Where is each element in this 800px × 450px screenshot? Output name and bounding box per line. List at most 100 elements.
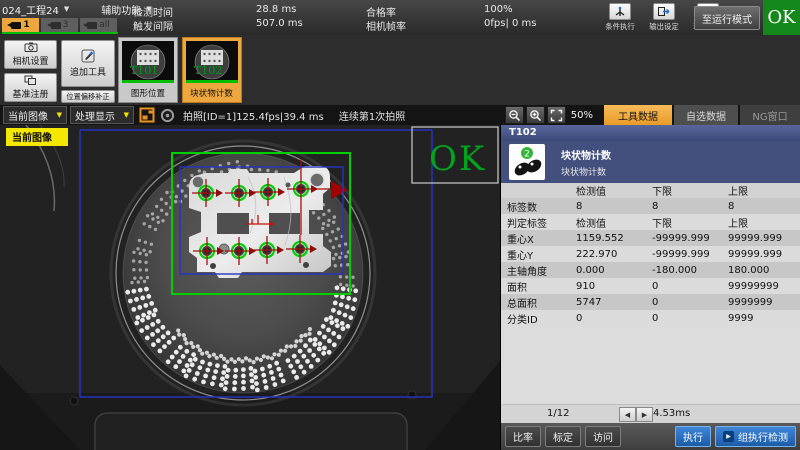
- camera-lens-icon[interactable]: [160, 108, 175, 123]
- row-label: 分类ID: [501, 311, 576, 326]
- camera-icon: [51, 22, 61, 29]
- row-value: -99999.999: [652, 233, 728, 244]
- fit-screen-button[interactable]: [547, 106, 566, 124]
- claw-icon: [609, 3, 631, 20]
- table-row[interactable]: 分类ID009999: [501, 310, 800, 326]
- process-display-dropdown[interactable]: 处理显示 ▼: [70, 106, 134, 124]
- tab-ng-window[interactable]: NG窗口: [740, 105, 800, 125]
- calibration-button[interactable]: 标定: [545, 426, 581, 447]
- row-value: 0.000: [576, 265, 652, 276]
- thumbnail-t101[interactable]: T101 图形位置: [118, 37, 178, 103]
- camera-image-view[interactable]: OK 当前图像: [0, 125, 500, 450]
- vision-app-window: 024_工程24 ▼ 辅助功能 ▼ 1 3 all 检测时间 28.8 ms 触…: [0, 0, 800, 450]
- tool-strip: 相机设置 基准注册 追加工具 位置偏移补正 T101 图形位置 T102: [0, 35, 800, 105]
- table-row[interactable]: 判定标签检测值下限上限: [501, 214, 800, 230]
- condition-execute-button[interactable]: 条件执行: [600, 3, 640, 32]
- access-button[interactable]: 访问: [585, 426, 621, 447]
- prev-page-button[interactable]: ◀: [619, 407, 636, 422]
- camera-tab-all[interactable]: all: [80, 18, 117, 32]
- table-row[interactable]: 标签数888: [501, 198, 800, 214]
- table-header-row: 检测值 下限 上限: [501, 183, 800, 198]
- row-value: 9999999: [728, 297, 800, 308]
- page-indicator: 1/12: [547, 408, 569, 419]
- row-label: 面积: [501, 279, 576, 294]
- table-row[interactable]: 总面积574709999999: [501, 294, 800, 310]
- chevron-down-icon[interactable]: ▼: [64, 6, 69, 13]
- result-text: OK: [429, 139, 486, 179]
- thumbnail-image: T102: [186, 41, 238, 83]
- row-value: 8: [728, 201, 800, 212]
- row-value: 0: [652, 281, 728, 292]
- row-label: 重心X: [501, 231, 576, 246]
- display-position-button[interactable]: [139, 107, 155, 123]
- row-value: 8: [652, 201, 728, 212]
- zoom-level: 50%: [571, 110, 593, 121]
- play-icon: ▶: [723, 431, 734, 442]
- column-header: 检测值: [576, 183, 652, 198]
- thumbnail-label: 图形位置: [131, 86, 165, 98]
- camera-tab-underline: [2, 32, 118, 34]
- tab-tool-data[interactable]: 工具数据: [604, 105, 672, 125]
- chevron-down-icon: ▼: [57, 112, 62, 119]
- global-status-badge: OK: [763, 0, 800, 35]
- dropdown-value: 当前图像: [8, 108, 48, 123]
- stat-label: 触发间隔: [133, 18, 173, 33]
- thumbnail-image: T101: [122, 41, 174, 83]
- next-page-button[interactable]: ▶: [636, 407, 653, 422]
- camera-settings-icon: [24, 42, 38, 52]
- table-row[interactable]: 面积910099999999: [501, 278, 800, 294]
- row-value: 检测值: [576, 215, 652, 230]
- row-label: 重心Y: [501, 247, 576, 262]
- output-icon: [653, 3, 675, 20]
- row-value: 8: [576, 201, 652, 212]
- row-label: 总面积: [501, 295, 576, 310]
- execute-button[interactable]: 执行: [675, 426, 711, 447]
- camera-tab-3[interactable]: 3: [41, 18, 78, 32]
- processing-time: 4.53ms: [653, 408, 690, 419]
- row-value: 910: [576, 281, 652, 292]
- button-label: 组执行检测: [738, 429, 788, 444]
- camera-icon: [11, 22, 21, 29]
- row-value: 9999: [728, 313, 800, 324]
- run-mode-button[interactable]: 至运行模式: [694, 6, 760, 30]
- button-label: 输出设定: [649, 21, 678, 31]
- icon-badge: 2: [524, 150, 530, 160]
- column-header: 上限: [728, 183, 800, 198]
- tool-title: 块状物计数: [561, 147, 611, 162]
- camera-settings-button[interactable]: 相机设置: [4, 40, 57, 69]
- row-value: 1159.552: [576, 233, 652, 244]
- output-settings-button[interactable]: 输出设定: [644, 3, 684, 32]
- reference-register-button[interactable]: 基准注册: [4, 73, 57, 102]
- position-offset-button[interactable]: 位置偏移补正: [61, 90, 115, 103]
- thumbnail-label: 块状物计数: [191, 86, 234, 98]
- chevron-down-icon: ▼: [124, 112, 129, 119]
- table-row[interactable]: 重心X1159.552-99999.99999999.999: [501, 230, 800, 246]
- row-value: 0: [652, 313, 728, 324]
- camera-tab-bar: 1 3 all: [2, 18, 117, 32]
- ratio-button[interactable]: 比率: [505, 426, 541, 447]
- row-value: 99999.999: [728, 249, 800, 260]
- zoom-out-button[interactable]: [505, 106, 524, 124]
- table-row[interactable]: 重心Y222.970-99999.99999999.999: [501, 246, 800, 262]
- button-label: 条件执行: [605, 21, 634, 31]
- group-execute-button[interactable]: ▶ 组执行检测: [715, 426, 796, 447]
- camera-tab-label: all: [99, 20, 110, 30]
- add-tool-button[interactable]: 追加工具: [61, 40, 115, 87]
- image-source-label[interactable]: 当前图像: [6, 128, 68, 146]
- zoom-in-button[interactable]: [526, 106, 545, 124]
- camera-icon: [87, 22, 97, 29]
- project-menu[interactable]: 024_工程24: [2, 2, 59, 17]
- button-label: 基准注册: [12, 87, 48, 100]
- table-row[interactable]: 主轴角度0.000-180.000180.000: [501, 262, 800, 278]
- current-image-dropdown[interactable]: 当前图像 ▼: [3, 106, 67, 124]
- stat-label: 合格率: [366, 4, 396, 19]
- button-label: 相机设置: [12, 54, 48, 67]
- row-value: -99999.999: [652, 249, 728, 260]
- thumbnail-t102[interactable]: T102 块状物计数: [182, 37, 242, 103]
- camera-tab-label: 3: [63, 20, 69, 30]
- tab-custom-data[interactable]: 自选数据: [674, 105, 738, 125]
- row-value: 上限: [728, 215, 800, 230]
- column-header: 下限: [652, 183, 728, 198]
- camera-tab-1[interactable]: 1: [2, 18, 39, 32]
- stat-value: 100%: [484, 4, 513, 15]
